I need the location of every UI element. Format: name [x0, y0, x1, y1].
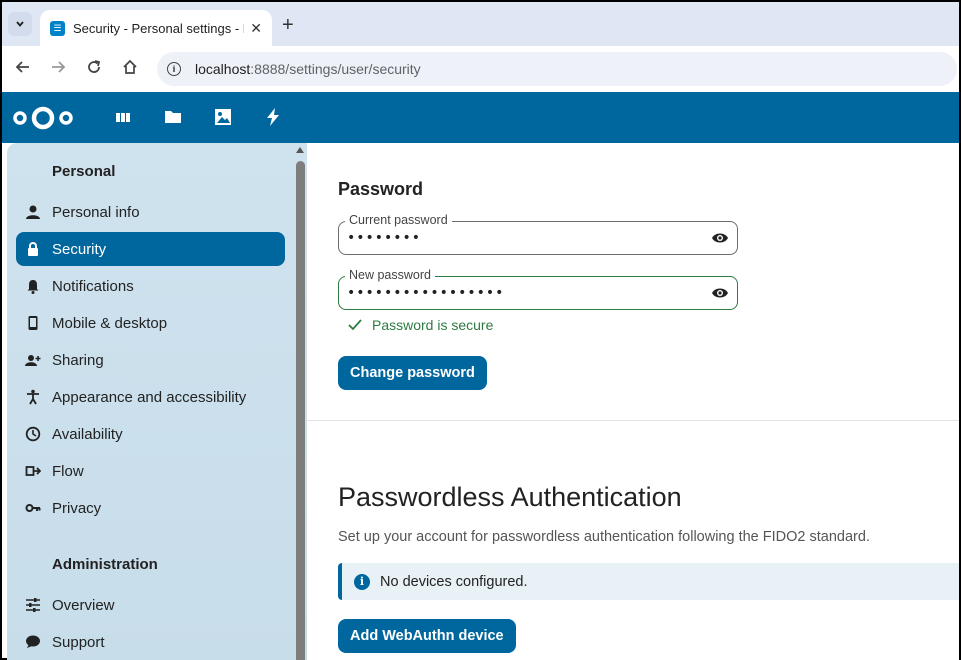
- sidebar-item-availability[interactable]: Availability: [16, 417, 285, 451]
- secure-text: Password is secure: [372, 317, 494, 333]
- forward-icon[interactable]: [48, 59, 68, 80]
- activity-icon[interactable]: [263, 107, 283, 127]
- browser-toolbar: i localhost :8888/settings/user/security: [2, 46, 959, 92]
- phone-icon: [28, 316, 38, 330]
- change-password-button[interactable]: Change password: [338, 356, 487, 390]
- no-devices-text: No devices configured.: [380, 573, 528, 590]
- chat-icon: [26, 635, 40, 648]
- close-tab-icon[interactable]: ✕: [250, 20, 262, 37]
- new-password-field[interactable]: New password: [338, 268, 738, 310]
- password-strength-message: Password is secure: [348, 317, 493, 333]
- sidebar-item-label: Flow: [52, 462, 84, 480]
- password-heading: Password: [338, 179, 424, 199]
- sidebar-item-support[interactable]: Support: [16, 625, 285, 659]
- sidebar-item-label: Personal info: [52, 203, 140, 221]
- reload-icon[interactable]: [84, 59, 104, 80]
- user-icon: [26, 205, 40, 219]
- sidebar-item-label: Mobile & desktop: [52, 314, 168, 332]
- clock-icon: [25, 426, 41, 442]
- sidebar-item-personal-info[interactable]: Personal info: [16, 195, 285, 229]
- check-icon: [348, 319, 362, 331]
- sliders-icon: [26, 598, 40, 612]
- sidebar-item-label: Support: [52, 633, 105, 651]
- browser-tab-bar: ☰ Security - Personal settings - Ne ✕ +: [2, 2, 959, 46]
- site-info-icon[interactable]: i: [167, 62, 181, 76]
- sidebar-item-security[interactable]: Security: [16, 232, 285, 266]
- nextcloud-logo-icon[interactable]: [12, 104, 74, 132]
- key-icon: [25, 504, 41, 512]
- share-icon: [25, 355, 41, 366]
- nextcloud-header: [2, 92, 959, 143]
- sidebar-item-label: Notifications: [52, 277, 134, 295]
- accessibility-icon: [27, 389, 39, 405]
- current-password-field[interactable]: Current password: [338, 213, 738, 255]
- sidebar-item-label: Availability: [52, 425, 123, 443]
- scrollbar-thumb[interactable]: [296, 161, 305, 660]
- bell-icon: [27, 280, 39, 294]
- settings-favicon-icon: ☰: [50, 20, 65, 36]
- section-title-administration: Administration: [52, 556, 158, 573]
- sidebar-item-notifications[interactable]: Notifications: [16, 269, 285, 303]
- flow-icon: [25, 466, 41, 476]
- passwordless-heading: Passwordless Authentication: [338, 482, 682, 512]
- back-icon[interactable]: [13, 59, 33, 80]
- photos-icon[interactable]: [213, 107, 233, 127]
- settings-sidebar: Personal Personal info Security Notifica…: [7, 143, 307, 660]
- url-host: localhost: [195, 61, 251, 77]
- sidebar-item-label: Security: [52, 240, 107, 258]
- address-bar[interactable]: i localhost :8888/settings/user/security: [157, 52, 957, 86]
- no-devices-notice: i No devices configured.: [338, 563, 959, 600]
- sidebar-item-flow[interactable]: Flow: [16, 454, 285, 488]
- sidebar-item-label: Privacy: [52, 499, 102, 517]
- section-title-personal: Personal: [52, 163, 116, 180]
- show-password-eye-icon[interactable]: [711, 230, 729, 246]
- sidebar-item-mobile-desktop[interactable]: Mobile & desktop: [16, 306, 285, 340]
- home-icon[interactable]: [120, 59, 140, 80]
- lock-icon: [28, 242, 38, 256]
- tab-search-button[interactable]: [8, 12, 32, 36]
- sidebar-item-label: Overview: [52, 596, 115, 614]
- sidebar-item-appearance[interactable]: Appearance and accessibility: [16, 380, 285, 414]
- files-icon[interactable]: [163, 107, 183, 127]
- info-icon: i: [354, 573, 370, 590]
- dashboard-icon[interactable]: [113, 107, 133, 127]
- sidebar-item-label: Appearance and accessibility: [52, 388, 247, 406]
- tab-title: Security - Personal settings - Ne: [73, 20, 245, 36]
- add-webauthn-device-button[interactable]: Add WebAuthn device: [338, 619, 516, 653]
- current-password-input[interactable]: [347, 230, 697, 246]
- url-path: :8888/settings/user/security: [250, 61, 421, 77]
- sidebar-scrollbar[interactable]: [296, 147, 305, 660]
- main-content: Password Current password New password P…: [307, 143, 959, 660]
- chevron-down-icon: [16, 21, 24, 27]
- sidebar-item-label: Sharing: [52, 351, 104, 369]
- section-divider: [307, 420, 959, 421]
- new-password-input[interactable]: [347, 285, 697, 301]
- new-password-label: New password: [345, 268, 435, 282]
- sidebar-item-overview[interactable]: Overview: [16, 588, 285, 622]
- sidebar-item-privacy[interactable]: Privacy: [16, 491, 285, 525]
- scroll-up-arrow-icon[interactable]: [296, 147, 304, 153]
- show-password-eye-icon[interactable]: [711, 285, 729, 301]
- new-tab-button[interactable]: +: [282, 14, 294, 37]
- passwordless-description: Set up your account for passwordless aut…: [338, 529, 870, 545]
- browser-tab-active[interactable]: ☰ Security - Personal settings - Ne ✕: [40, 10, 272, 46]
- current-password-label: Current password: [345, 213, 452, 227]
- sidebar-item-sharing[interactable]: Sharing: [16, 343, 285, 377]
